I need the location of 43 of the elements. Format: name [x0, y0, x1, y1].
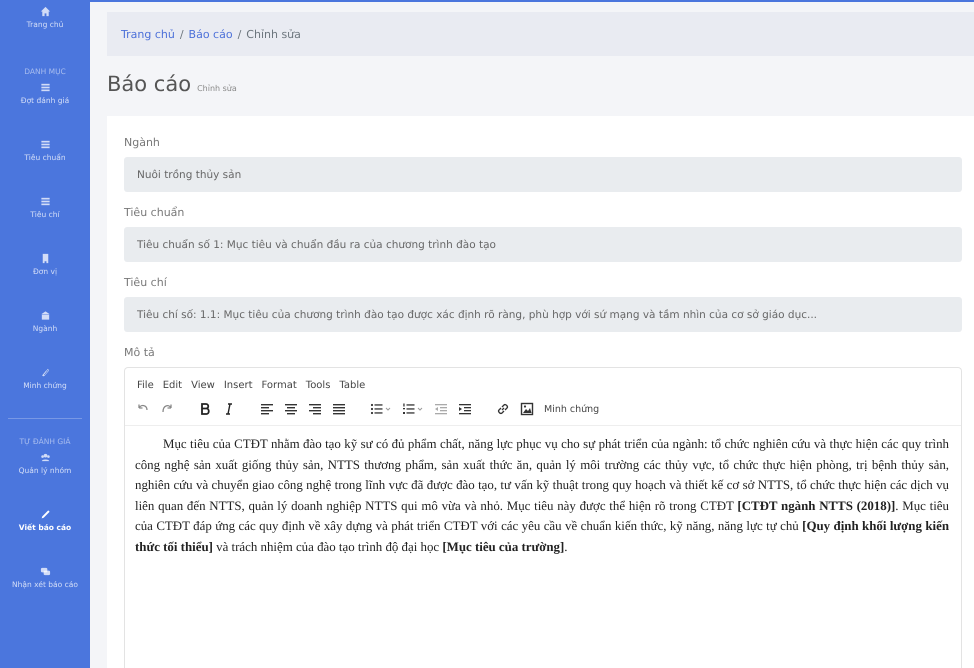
report-paragraph: Mục tiêu của CTĐT nhằm đào tạo kỹ sư có đủ phẩm chất, năng lực phục vụ cho sự phát triển của ngành: tổ chức nghiên cứu và thực hiện các quy trình công nghệ sản xuất giống thủy sản, NTTS thương phẩm, sản xuất thức ăn, quản lý môi trường các thủy vực, tổ chức thực hiện phòng, trị bệnh thủy sản, nghiên cứu và chuyển giao công nghệ trong lĩnh vực đã được đào tạo, tư vấn kỹ thuật trong quy hoạch và thiết kế cơ sở NTTS, tổ chức thực hiện các dịch vụ liên quan đến NTTS, quản lý doanh nghiệp NTTS qui mô vừa và nhỏ. Mục tiêu này được thể hiện rõ trong CTĐT [CTĐT ngành NTTS (2018)]. Mục tiêu của CTĐT đáp ứng các quy định về xây dựng và phát triển CTĐT với các yêu cầu về chuẩn kiến thức, kỹ năng, năng lực tự chủ [Quy định khối lượng kiến thức tối thiểu] và trách nhiệm của đào tạo trình độ đại học [Mục tiêu của trường]. — [135, 436, 949, 556]
menu-item[interactable]: View — [191, 380, 215, 391]
page-subtitle: Chỉnh sửa — [197, 84, 237, 93]
list-icon — [40, 82, 50, 93]
breadcrumb-link[interactable]: Báo cáo — [188, 28, 233, 40]
field-label: Tiêu chí — [124, 276, 168, 289]
indent-icon — [458, 402, 472, 416]
field-label: Mô tả — [124, 346, 156, 359]
breadcrumb-separator: / — [180, 28, 184, 40]
paperclip-icon — [40, 367, 50, 378]
breadcrumb-separator: / — [238, 28, 242, 40]
comments-icon — [40, 566, 50, 577]
align-center-icon — [284, 402, 298, 416]
menu-item[interactable]: File — [137, 380, 154, 391]
field-label: Tiêu chuẩn — [124, 206, 186, 219]
input-field[interactable]: Nuôi trồng thủy sản — [124, 157, 962, 192]
bank-icon — [40, 310, 50, 321]
evidence-button[interactable]: Minh chứng — [541, 400, 602, 418]
outdent-icon — [434, 402, 448, 416]
input-field[interactable]: Tiêu chuẩn số 1: Mục tiêu và chuẩn đầu ra của chương trình đào tạo — [124, 227, 962, 262]
field-label: Ngành — [124, 136, 161, 149]
pencil-icon — [40, 509, 50, 520]
align-left-icon — [260, 402, 274, 416]
link-icon — [496, 402, 510, 416]
input-field[interactable]: Tiêu chí số: 1.1: Mục tiêu của chương trình đào tạo được xác định rõ ràng, phù hợp với sứ mạng và tầm nhìn của cơ sở giáo dục... — [124, 297, 962, 332]
menu-item[interactable]: Tools — [306, 380, 330, 391]
menu-item[interactable]: Insert — [224, 380, 253, 391]
page-title: Báo cáo — [107, 72, 192, 96]
bullet-list-icon — [370, 402, 392, 416]
list-icon — [40, 139, 50, 150]
menu-item[interactable]: Table — [339, 380, 366, 391]
align-justify-icon — [332, 402, 346, 416]
breadcrumb-link[interactable]: Trang chủ — [121, 28, 175, 40]
align-right-icon — [308, 402, 322, 416]
home-icon — [40, 6, 50, 17]
numbered-list-icon — [402, 402, 424, 416]
bold-icon — [198, 402, 212, 416]
users-icon — [40, 452, 50, 463]
menu-item[interactable]: Format — [262, 380, 297, 391]
list-icon — [40, 196, 50, 207]
breadcrumb-current: Chỉnh sửa — [246, 28, 301, 40]
menu-item[interactable]: Edit — [162, 380, 182, 391]
image-icon — [520, 402, 534, 416]
